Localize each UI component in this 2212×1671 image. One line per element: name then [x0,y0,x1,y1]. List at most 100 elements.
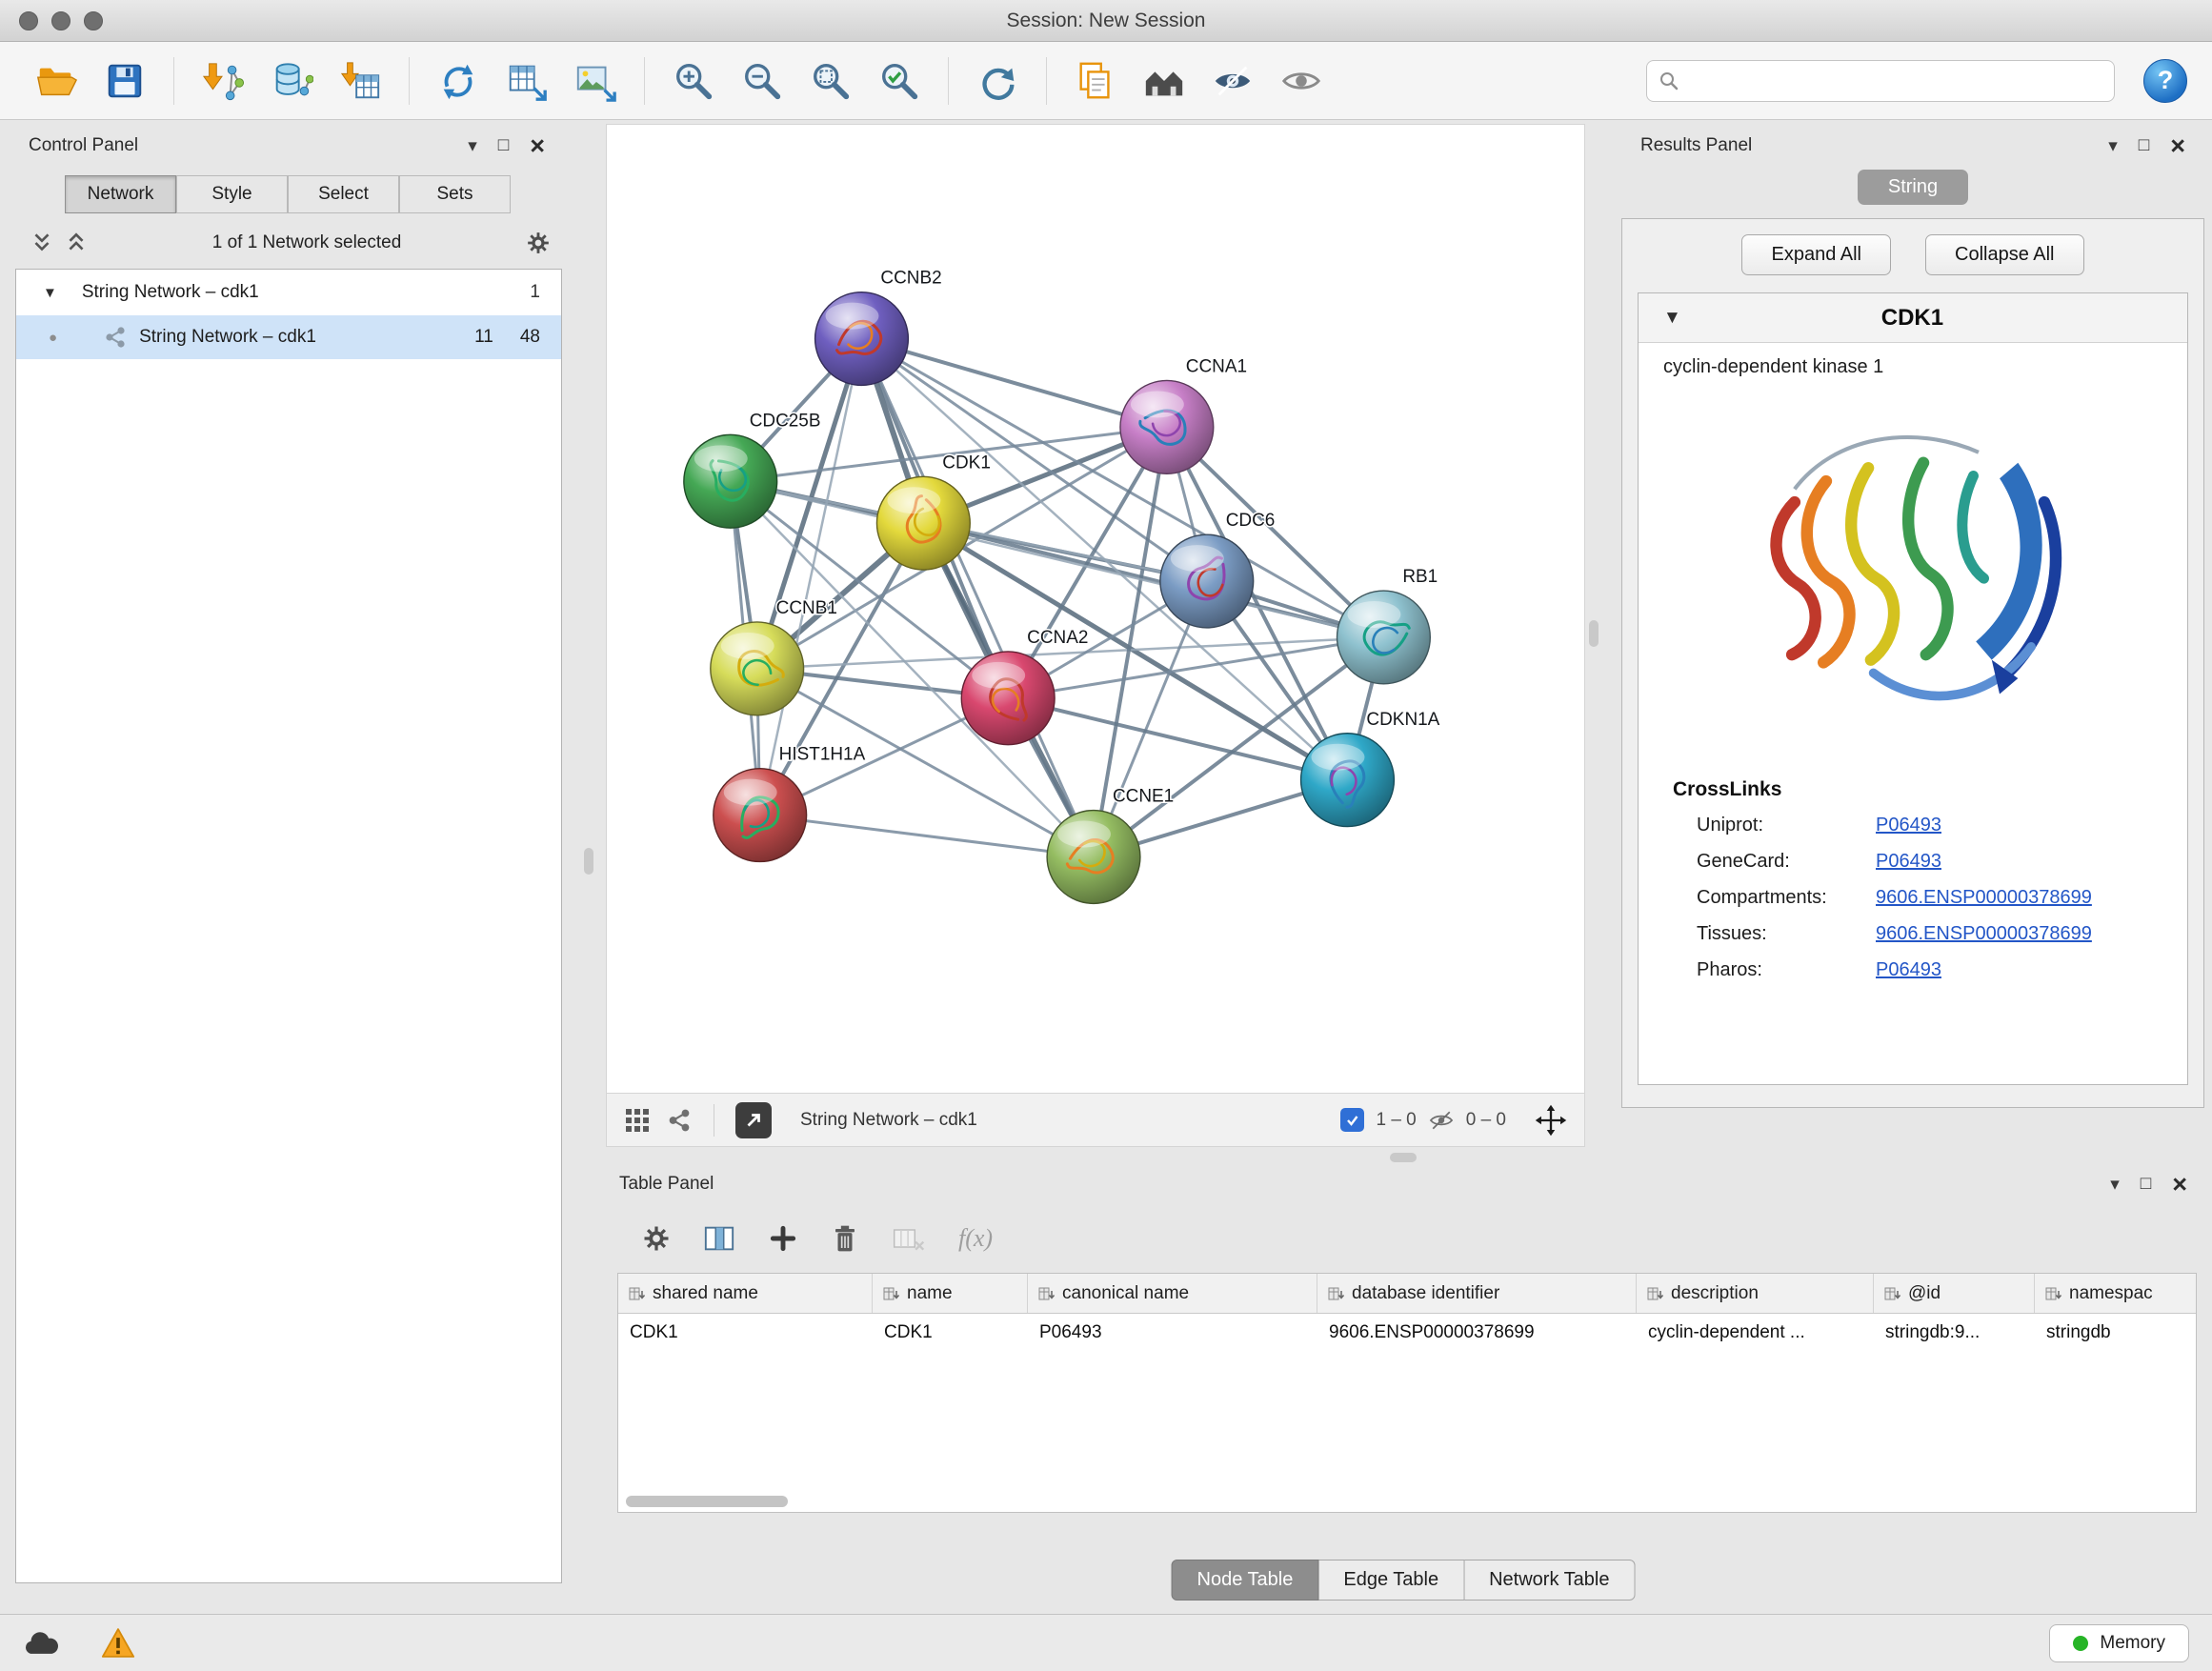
panel-menu-icon[interactable]: ▾ [2110,1174,2120,1196]
crosslink-compartments[interactable]: 9606.ENSP00000378699 [1876,887,2187,909]
function-builder-button[interactable]: f(x) [958,1224,993,1253]
collection-expanded-icon[interactable]: ▼ [43,285,57,301]
export-image-button[interactable] [564,50,627,112]
left-splitter-handle[interactable] [584,848,593,875]
panel-menu-icon[interactable]: ▾ [468,135,477,157]
table-row[interactable]: CDK1 CDK1 P06493 9606.ENSP00000378699 cy… [618,1314,2196,1354]
network-share-icon [103,325,128,350]
zoom-selected-button[interactable] [868,50,931,112]
search-input[interactable] [1689,70,2102,91]
tab-network[interactable]: Network [65,175,176,213]
column-header-id[interactable]: @id [1874,1274,2035,1313]
panel-close-icon[interactable]: × [2172,1175,2187,1194]
network-list-button[interactable] [666,1107,693,1134]
import-network-database-button[interactable] [260,50,323,112]
network-options-button[interactable] [526,231,551,255]
duplicate-document-button[interactable] [1064,50,1127,112]
network-view-canvas[interactable]: CCNB2CCNA1CDC25BCDK1CDC6RB1CCNB1CCNA2CDK… [606,124,1585,1094]
open-in-new-window-button[interactable] [735,1102,772,1138]
column-header-database-identifier[interactable]: database identifier [1317,1274,1637,1313]
new-network-from-selection-button[interactable] [427,50,490,112]
crosslink-pharos[interactable]: P06493 [1876,959,2187,981]
tab-sets[interactable]: Sets [399,175,511,213]
crosslink-uniprot[interactable]: P06493 [1876,815,2187,836]
cell-canonical-name[interactable]: P06493 [1028,1314,1317,1354]
tab-string[interactable]: String [1858,170,1968,205]
panel-close-icon[interactable]: × [530,136,545,155]
birdseye-overview-button[interactable] [1133,50,1196,112]
cell-shared-name[interactable]: CDK1 [618,1314,873,1354]
cell-name[interactable]: CDK1 [873,1314,1028,1354]
panel-menu-icon[interactable]: ▾ [2108,135,2118,157]
show-columns-button[interactable] [703,1223,735,1254]
tab-style[interactable]: Style [176,175,288,213]
import-table-button[interactable] [329,50,392,112]
column-header-description[interactable]: description [1637,1274,1874,1313]
right-splitter-handle[interactable] [1589,620,1599,647]
delete-row-button[interactable] [831,1223,859,1254]
import-network-file-button[interactable] [191,50,254,112]
grid-view-button[interactable] [624,1107,651,1134]
string-results-container: Expand All Collapse All ▼ CDK1 cyclin-de… [1621,218,2204,1108]
collapse-all-button[interactable]: Collapse All [1925,234,2084,275]
column-header-namespace[interactable]: namespac [2035,1274,2197,1313]
save-session-button[interactable] [93,50,156,112]
cloud-status-button[interactable] [23,1630,59,1656]
network-row-selected[interactable]: ● String Network – cdk1 11 48 [16,315,561,359]
hide-selected-button[interactable] [1201,50,1264,112]
crosslink-tissues[interactable]: 9606.ENSP00000378699 [1876,923,2187,945]
tab-edge-table[interactable]: Edge Table [1318,1560,1464,1601]
show-all-button[interactable] [1270,50,1333,112]
network-edge-HIST1H1A-CCNE1[interactable] [760,815,1094,857]
pan-crosshair-icon[interactable] [1535,1104,1567,1137]
cell-namespace[interactable]: stringdb [2035,1314,2197,1354]
maximize-window-button[interactable] [84,11,103,30]
create-column-button[interactable] [768,1223,798,1254]
network-node-CDC25B[interactable]: CDC25B [684,411,821,528]
refresh-view-button[interactable] [966,50,1029,112]
network-node-CCNA1[interactable]: CCNA1 [1120,356,1247,473]
cell-id[interactable]: stringdb:9... [1874,1314,2035,1354]
zoom-out-button[interactable] [731,50,794,112]
help-button[interactable]: ? [2143,59,2187,103]
close-window-button[interactable] [19,11,38,30]
cell-description[interactable]: cyclin-dependent ... [1637,1314,1874,1354]
crosslink-genecard[interactable]: P06493 [1876,851,2187,873]
panel-close-icon[interactable]: × [2170,136,2185,155]
zoom-in-button[interactable] [662,50,725,112]
network-node-label: CCNA1 [1186,356,1247,376]
tab-node-table[interactable]: Node Table [1172,1560,1319,1601]
tab-network-table[interactable]: Network Table [1464,1560,1635,1601]
open-session-button[interactable] [25,50,88,112]
warnings-button[interactable] [101,1627,135,1659]
network-edge-CCNB2-CCNA1[interactable] [861,339,1166,428]
delete-column-button-disabled[interactable] [892,1223,926,1254]
panel-float-icon[interactable]: □ [2141,1174,2151,1195]
panel-float-icon[interactable]: □ [2139,135,2149,156]
minimize-window-button[interactable] [51,11,70,30]
cell-database-identifier[interactable]: 9606.ENSP00000378699 [1317,1314,1637,1354]
zoom-fit-button[interactable] [799,50,862,112]
export-table-button[interactable] [495,50,558,112]
gene-card-header[interactable]: ▼ CDK1 [1639,293,2187,343]
memory-button[interactable]: Memory [2049,1624,2189,1662]
network-node-RB1[interactable]: RB1 [1337,567,1438,684]
network-edge-CCNB2-CCNE1[interactable] [861,339,1094,857]
horizontal-scrollbar-thumb[interactable] [626,1496,788,1507]
expand-all-button[interactable]: Expand All [1741,234,1891,275]
network-node-HIST1H1A[interactable]: HIST1H1A [714,745,866,862]
panel-float-icon[interactable]: □ [498,135,509,156]
table-options-button[interactable] [642,1224,671,1253]
network-node-CCNB2[interactable]: CCNB2 [815,269,942,386]
column-header-shared-name[interactable]: shared name [618,1274,873,1313]
tab-select[interactable]: Select [288,175,399,213]
hidden-eye-slash-icon[interactable] [1428,1107,1455,1134]
collection-row[interactable]: ▼ String Network – cdk1 1 [16,270,561,315]
bottom-splitter-handle[interactable] [1390,1153,1417,1162]
expand-all-button[interactable] [65,232,88,254]
gene-expanded-icon[interactable]: ▼ [1663,308,1681,329]
column-header-canonical-name[interactable]: canonical name [1028,1274,1317,1313]
collapse-all-button[interactable] [30,232,53,254]
column-header-name[interactable]: name [873,1274,1028,1313]
selected-checkbox-icon[interactable] [1340,1108,1364,1132]
